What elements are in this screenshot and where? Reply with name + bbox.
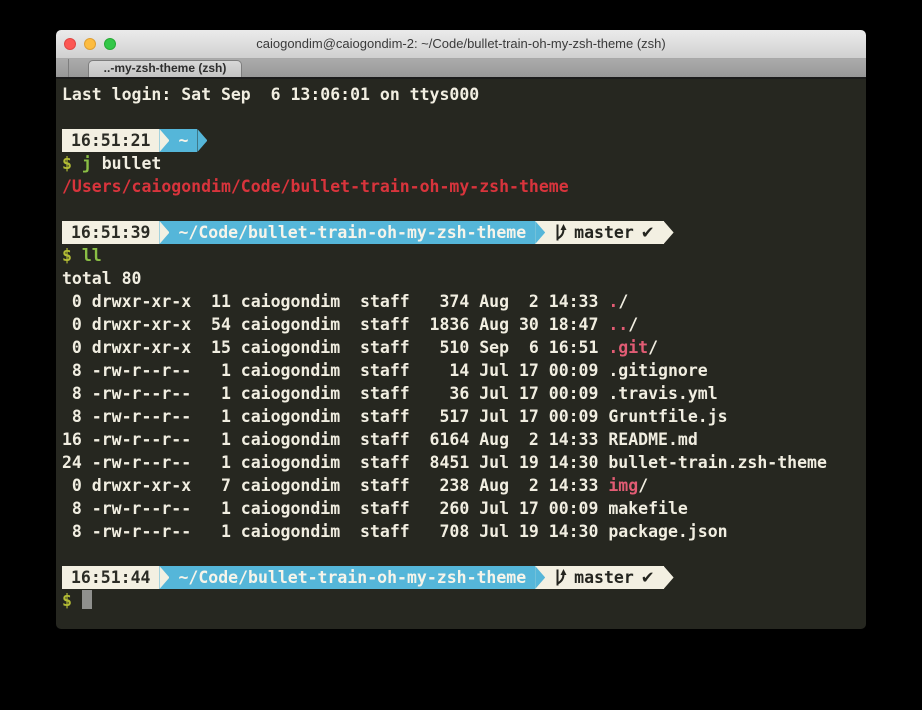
terminal-text: /	[618, 292, 628, 311]
terminal-line	[62, 543, 866, 566]
git-clean-check-icon: ✔	[641, 221, 655, 244]
terminal-text: 0 drwxr-xr-x 7 caiogondim staff 238 Aug …	[62, 476, 608, 495]
terminal-text: $	[62, 154, 72, 173]
terminal-text: 8 -rw-r--r-- 1 caiogondim staff 260 Jul …	[62, 499, 688, 518]
terminal-line: $ j bullet	[62, 152, 866, 175]
terminal-text: total 80	[62, 269, 141, 288]
terminal-text: 16 -rw-r--r-- 1 caiogondim staff 6164 Au…	[62, 430, 698, 449]
terminal-text: /	[648, 338, 658, 357]
terminal-line: Last login: Sat Sep 6 13:06:01 on ttys00…	[62, 83, 866, 106]
terminal-line: 24 -rw-r--r-- 1 caiogondim staff 8451 Ju…	[62, 451, 866, 474]
terminal-text: /	[628, 315, 638, 334]
prompt-dir-segment: ~/Code/bullet-train-oh-my-zsh-theme	[169, 221, 535, 244]
terminal-text: /	[638, 476, 648, 495]
prompt-git-segment: master ✔	[545, 221, 663, 244]
window-titlebar[interactable]: caiogondim@caiogondim-2: ~/Code/bullet-t…	[56, 30, 866, 59]
prompt-time-segment: 16:51:44	[62, 566, 159, 589]
terminal-line: 0 drwxr-xr-x 11 caiogondim staff 374 Aug…	[62, 290, 866, 313]
terminal-text: 8 -rw-r--r-- 1 caiogondim staff 36 Jul 1…	[62, 384, 718, 403]
powerline-arrow-icon	[197, 129, 207, 152]
prompt-dir-segment: ~	[169, 129, 197, 152]
powerline-arrow-icon	[664, 566, 674, 589]
terminal-line: 8 -rw-r--r-- 1 caiogondim staff 517 Jul …	[62, 405, 866, 428]
terminal-text: 8 -rw-r--r-- 1 caiogondim staff 517 Jul …	[62, 407, 728, 426]
terminal-line: 8 -rw-r--r-- 1 caiogondim staff 36 Jul 1…	[62, 382, 866, 405]
terminal-text: 0 drwxr-xr-x 15 caiogondim staff 510 Sep…	[62, 338, 608, 357]
prompt-git-segment: master ✔	[545, 566, 663, 589]
prompt-time-segment: 16:51:39	[62, 221, 159, 244]
terminal-line	[62, 106, 866, 129]
tab-bar-divider	[68, 59, 69, 77]
terminal-text: j	[82, 154, 92, 173]
terminal-line: 16:51:44 ~/Code/bullet-train-oh-my-zsh-th…	[62, 566, 866, 589]
terminal-text	[72, 246, 82, 265]
terminal-line: 8 -rw-r--r-- 1 caiogondim staff 260 Jul …	[62, 497, 866, 520]
terminal-text	[72, 154, 82, 173]
terminal-text: 0 drwxr-xr-x 54 caiogondim staff 1836 Au…	[62, 315, 608, 334]
prompt-dir-segment: ~/Code/bullet-train-oh-my-zsh-theme	[169, 566, 535, 589]
terminal-text: ll	[82, 246, 102, 265]
terminal-line: 16:51:21 ~	[62, 129, 866, 152]
terminal-text: .git	[608, 338, 648, 357]
terminal-text: img	[608, 476, 638, 495]
terminal-text: 0 drwxr-xr-x 11 caiogondim staff 374 Aug…	[62, 292, 608, 311]
powerline-arrow-icon	[535, 566, 545, 589]
powerline-arrow-icon	[535, 221, 545, 244]
powerline-arrow-icon	[159, 221, 169, 244]
terminal-line: 8 -rw-r--r-- 1 caiogondim staff 708 Jul …	[62, 520, 866, 543]
terminal-line: 0 drwxr-xr-x 54 caiogondim staff 1836 Au…	[62, 313, 866, 336]
terminal-text: 8 -rw-r--r-- 1 caiogondim staff 14 Jul 1…	[62, 361, 708, 380]
terminal-line: 8 -rw-r--r-- 1 caiogondim staff 14 Jul 1…	[62, 359, 866, 382]
terminal-line: 0 drwxr-xr-x 15 caiogondim staff 510 Sep…	[62, 336, 866, 359]
terminal-text: Last login: Sat Sep 6 13:06:01 on ttys00…	[62, 85, 479, 104]
terminal-text: 24 -rw-r--r-- 1 caiogondim staff 8451 Ju…	[62, 453, 827, 472]
terminal-line	[62, 198, 866, 221]
terminal-screen[interactable]: Last login: Sat Sep 6 13:06:01 on ttys00…	[56, 79, 866, 629]
git-branch-name: master	[574, 221, 634, 244]
git-branch-icon	[554, 569, 567, 586]
window-title: caiogondim@caiogondim-2: ~/Code/bullet-t…	[56, 30, 866, 58]
terminal-text: $	[62, 591, 72, 610]
powerline-arrow-icon	[159, 566, 169, 589]
git-branch-icon	[554, 224, 567, 241]
terminal-window: caiogondim@caiogondim-2: ~/Code/bullet-t…	[56, 30, 866, 629]
terminal-cursor	[82, 590, 92, 609]
terminal-line: 16 -rw-r--r-- 1 caiogondim staff 6164 Au…	[62, 428, 866, 451]
terminal-line: 16:51:39 ~/Code/bullet-train-oh-my-zsh-th…	[62, 221, 866, 244]
tab-bar: ..-my-zsh-theme (zsh)	[56, 59, 866, 79]
terminal-text: .	[608, 292, 618, 311]
tab-zsh[interactable]: ..-my-zsh-theme (zsh)	[88, 60, 242, 77]
git-clean-check-icon: ✔	[641, 566, 655, 589]
terminal-text: $	[62, 246, 72, 265]
terminal-text: bullet	[92, 154, 162, 173]
terminal-text: 8 -rw-r--r-- 1 caiogondim staff 708 Jul …	[62, 522, 728, 541]
terminal-text	[72, 591, 82, 610]
terminal-line: 0 drwxr-xr-x 7 caiogondim staff 238 Aug …	[62, 474, 866, 497]
terminal-line: $ ll	[62, 244, 866, 267]
powerline-arrow-icon	[664, 221, 674, 244]
terminal-text: ..	[608, 315, 628, 334]
terminal-line: $	[62, 589, 866, 612]
prompt-time-segment: 16:51:21	[62, 129, 159, 152]
terminal-text: /Users/caiogondim/Code/bullet-train-oh-m…	[62, 177, 569, 196]
git-branch-name: master	[574, 566, 634, 589]
terminal-line: /Users/caiogondim/Code/bullet-train-oh-m…	[62, 175, 866, 198]
terminal-line: total 80	[62, 267, 866, 290]
powerline-arrow-icon	[159, 129, 169, 152]
